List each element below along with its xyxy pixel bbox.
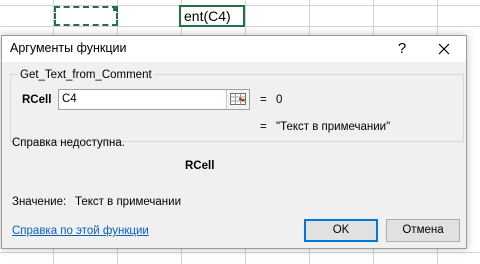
help-button[interactable]: ? [390, 38, 414, 60]
argument-equals: = [260, 94, 267, 106]
argument-input[interactable]: C4 [58, 89, 250, 110]
range-select-icon [230, 93, 246, 105]
grid-row-line [0, 252, 480, 253]
value-text: Текст в примечании [75, 196, 182, 208]
close-button[interactable] [430, 38, 458, 60]
argument-description: RCell [185, 160, 215, 172]
value-label: Значение: [12, 196, 67, 208]
function-arguments-dialog: Аргументы функции ? Get_Text_from_Commen… [1, 35, 467, 249]
fill-handle[interactable] [113, 6, 118, 11]
dialog-titlebar[interactable]: Аргументы функции ? [2, 36, 466, 62]
range-select-button[interactable] [226, 90, 249, 109]
copied-cell-marquee[interactable] [54, 6, 118, 26]
ok-button[interactable]: OK [304, 219, 378, 242]
function-help-link[interactable]: Справка по этой функции [12, 225, 149, 237]
function-result-equals: = [260, 121, 267, 133]
cancel-button[interactable]: Отмена [386, 219, 460, 242]
close-icon [438, 43, 450, 55]
function-result-value: "Текст в примечании" [276, 121, 391, 133]
dialog-title: Аргументы функции [10, 41, 127, 55]
help-unavailable-text: Справка недоступна. [12, 137, 125, 149]
function-name: Get_Text_from_Comment [18, 69, 154, 81]
active-cell-editor[interactable]: ent(C4) [179, 5, 245, 27]
argument-result: 0 [276, 94, 283, 106]
argument-label: RCell [22, 94, 52, 106]
